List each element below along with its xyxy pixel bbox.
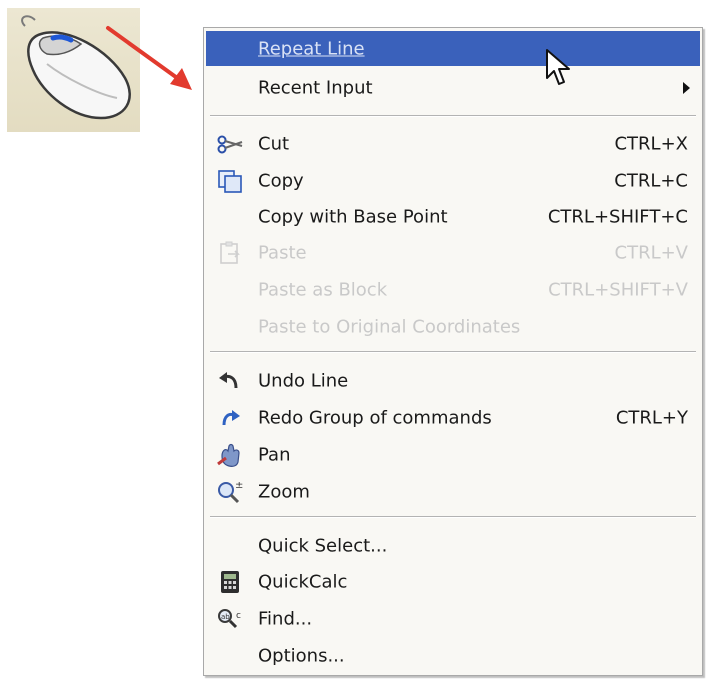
screenshot-stage: Repeat Line Recent Input Cut CTRL+X Copy… [0,0,707,679]
redo-icon [216,405,244,431]
menu-item-label: QuickCalc [258,571,348,592]
menu-item-paste: Paste CTRL+V [206,235,700,270]
copy-icon [216,168,244,194]
menu-item-shortcut: CTRL+V [614,242,689,263]
menu-item-zoom[interactable]: ± Zoom [206,474,700,509]
menu-item-shortcut: CTRL+SHIFT+C [547,206,688,227]
menu-item-paste-to-original-coordinates: Paste to Original Coordinates [206,309,700,344]
menu-item-label: Paste as Block [258,279,388,300]
menu-item-label: Options... [258,645,345,666]
menu-item-shortcut: CTRL+C [614,170,688,191]
svg-text:c: c [236,611,241,621]
menu-item-cut[interactable]: Cut CTRL+X [206,126,700,161]
menu-item-label: Undo Line [258,370,349,391]
menu-item-pan[interactable]: Pan [206,437,700,472]
menu-item-label: Pan [258,444,291,465]
pan-hand-icon [216,442,244,468]
menu-item-quick-select[interactable]: Quick Select... [206,528,700,563]
menu-item-label: Paste [258,242,307,263]
menu-item-label: Redo Group of commands [258,407,492,428]
menu-item-copy-with-base-point[interactable]: Copy with Base Point CTRL+SHIFT+C [206,199,700,234]
menu-item-label: Copy with Base Point [258,206,448,227]
menu-item-label: Copy [258,170,304,191]
menu-separator [210,516,696,518]
submenu-arrow-icon [683,81,690,94]
menu-item-find[interactable]: ab c Find... [206,601,700,636]
zoom-icon: ± [216,479,244,505]
calculator-icon [216,569,244,595]
undo-icon [216,368,244,394]
menu-item-recent-input[interactable]: Recent Input [206,70,700,105]
red-pointer-arrow [106,26,192,90]
menu-item-label: Find... [258,608,313,629]
menu-item-undo-line[interactable]: Undo Line [206,363,700,398]
menu-item-shortcut: CTRL+X [614,133,688,154]
scissors-icon [216,131,244,157]
menu-item-copy[interactable]: Copy CTRL+C [206,163,700,198]
menu-item-quickcalc[interactable]: QuickCalc [206,564,700,599]
context-menu: Repeat Line Recent Input Cut CTRL+X Copy… [203,27,703,676]
svg-text:ab: ab [221,613,230,621]
svg-text:±: ± [235,480,243,491]
menu-item-repeat-line[interactable]: Repeat Line [206,31,700,66]
paste-icon [216,240,244,266]
menu-item-shortcut: CTRL+SHIFT+V [548,279,688,300]
menu-item-label: Zoom [258,481,310,502]
menu-item-redo[interactable]: Redo Group of commands CTRL+Y [206,400,700,435]
menu-item-label: Recent Input [258,77,373,98]
menu-separator [210,115,696,117]
mouse-cursor-icon [546,49,570,85]
menu-item-shortcut: CTRL+Y [615,407,688,428]
menu-item-label: Quick Select... [258,535,388,556]
find-icon: ab c [216,606,244,632]
menu-item-label: Repeat Line [258,38,365,59]
menu-item-paste-as-block: Paste as Block CTRL+SHIFT+V [206,272,700,307]
menu-item-label: Paste to Original Coordinates [258,316,521,337]
menu-item-options[interactable]: Options... [206,638,700,673]
menu-separator [210,351,696,353]
menu-item-label: Cut [258,133,290,154]
